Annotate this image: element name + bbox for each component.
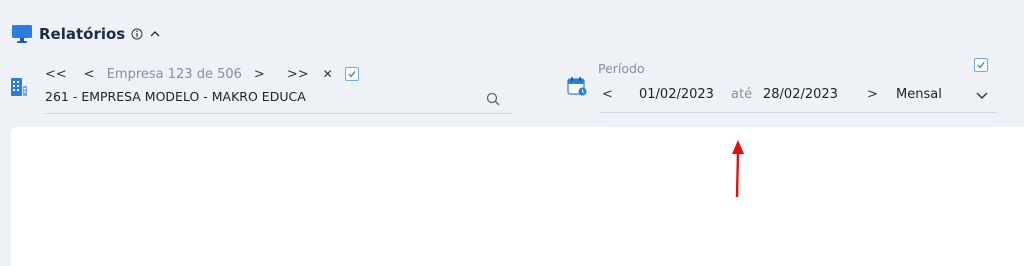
last-company-button[interactable]: >> — [287, 67, 309, 82]
period-start-date[interactable]: 01/02/2023 — [639, 87, 714, 102]
company-value: 261 - EMPRESA MODELO - MAKRO EDUCA — [45, 89, 306, 104]
monitor-icon — [12, 25, 32, 43]
check-icon — [977, 62, 985, 69]
period-label: Período — [598, 61, 645, 76]
company-counter: Empresa 123 de 506 — [106, 66, 242, 82]
period-end-date[interactable]: 28/02/2023 — [763, 87, 838, 102]
annotation-arrow-icon — [732, 140, 744, 198]
period-checkbox[interactable] — [974, 58, 988, 72]
calendar-icon — [567, 77, 587, 96]
previous-company-button[interactable]: < — [84, 67, 95, 82]
company-select[interactable]: 261 - EMPRESA MODELO - MAKRO EDUCA — [45, 89, 513, 114]
period-selector: < 01/02/2023 até 28/02/2023 > Mensal — [600, 86, 996, 113]
next-period-button[interactable]: > — [867, 87, 878, 102]
report-header: Relatórios — [11, 23, 161, 45]
page-title: Relatórios — [39, 25, 126, 43]
chevron-up-icon[interactable] — [149, 28, 161, 40]
first-company-button[interactable]: << — [45, 67, 67, 82]
next-company-button[interactable]: > — [254, 67, 265, 82]
info-icon[interactable] — [131, 28, 143, 40]
chevron-down-icon[interactable] — [975, 90, 989, 102]
report-content-panel — [11, 127, 1024, 266]
search-icon[interactable] — [486, 92, 500, 106]
clear-company-button[interactable]: ✕ — [323, 67, 333, 81]
period-separator: até — [731, 87, 753, 102]
company-checkbox[interactable] — [344, 67, 359, 81]
previous-period-button[interactable]: < — [602, 87, 613, 102]
check-icon — [348, 71, 356, 78]
company-navigator: << < Empresa 123 de 506 > >> ✕ — [45, 65, 359, 83]
building-icon — [11, 78, 27, 96]
period-mode-select[interactable]: Mensal — [896, 87, 942, 102]
